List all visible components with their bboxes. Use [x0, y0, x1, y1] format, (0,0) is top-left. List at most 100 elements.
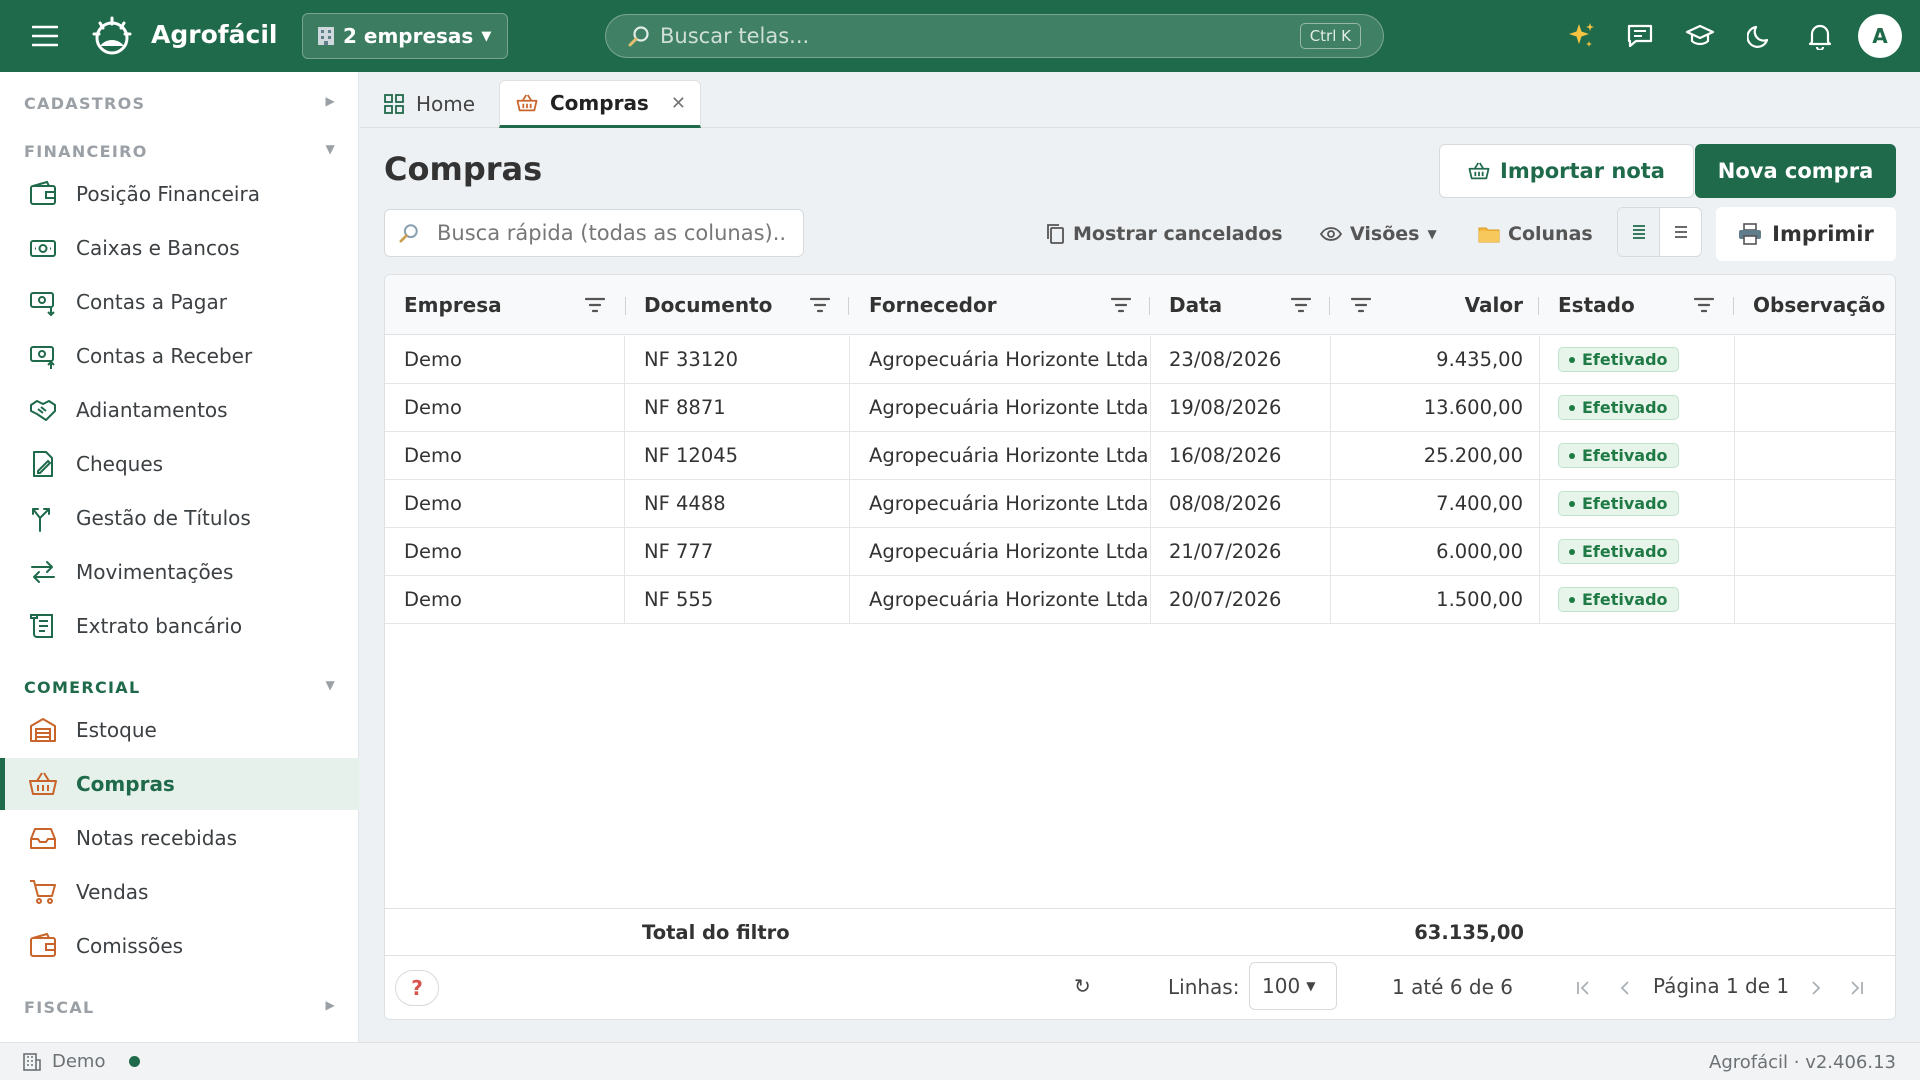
screen-search[interactable]: Buscar telas... Ctrl K — [605, 14, 1384, 58]
eye-icon — [1320, 226, 1342, 242]
purchases-table: Empresa Documento Fornecedor Data Valor … — [384, 274, 1896, 1020]
last-page-icon[interactable] — [1845, 976, 1869, 1000]
cell-data: 19/08/2026 — [1169, 396, 1282, 419]
columns-button[interactable]: Colunas — [1478, 218, 1593, 250]
table-row[interactable]: Demo NF 12045 Agropecuária Horizonte Ltd… — [385, 432, 1895, 480]
bell-icon[interactable] — [1802, 18, 1838, 54]
sidebar-item-notas-recebidas[interactable]: Notas recebidas — [0, 812, 359, 864]
menu-icon[interactable] — [30, 22, 60, 50]
density-toggle — [1617, 207, 1702, 257]
sidebar-section-financeiro[interactable]: FINANCEIRO ▼ — [24, 142, 336, 161]
filter-icon[interactable] — [1692, 293, 1716, 317]
table-row[interactable]: Demo NF 33120 Agropecuária Horizonte Ltd… — [385, 336, 1895, 384]
comfortable-list-icon[interactable] — [1660, 208, 1701, 256]
sidebar-item-label: Contas a Receber — [76, 344, 253, 368]
company-selector-label: 2 empresas — [343, 24, 474, 48]
import-nota-button[interactable]: Importar nota — [1439, 144, 1694, 198]
total-value: 63.135,00 — [1414, 920, 1524, 944]
graduation-cap-icon[interactable] — [1682, 18, 1718, 54]
nova-compra-button[interactable]: Nova compra — [1695, 144, 1896, 198]
prev-page-icon[interactable] — [1613, 976, 1637, 1000]
quick-search-input[interactable] — [437, 221, 797, 245]
cell-fornecedor: Agropecuária Horizonte Ltda — [869, 396, 1149, 419]
show-cancelled-toggle[interactable]: Mostrar cancelados — [1045, 218, 1283, 250]
sidebar-item-contas-receber[interactable]: Contas a Receber — [0, 330, 359, 382]
sidebar-item-vendas[interactable]: Vendas — [0, 866, 359, 918]
dark-mode-icon[interactable] — [1742, 18, 1778, 54]
cell-estado: Efetivado — [1558, 528, 1679, 575]
column-header-valor[interactable]: Valor — [1385, 275, 1523, 335]
column-header-observacao[interactable]: Observação — [1753, 275, 1885, 335]
chat-icon[interactable] — [1622, 18, 1658, 54]
column-header-fornecedor[interactable]: Fornecedor — [869, 275, 997, 335]
column-header-estado[interactable]: Estado — [1558, 275, 1635, 335]
table-row[interactable]: Demo NF 777 Agropecuária Horizonte Ltda … — [385, 528, 1895, 576]
current-company: Demo — [52, 1051, 106, 1072]
sidebar-item-label: Estoque — [76, 718, 157, 742]
rows-per-page-select[interactable]: 100 ▼ — [1249, 962, 1337, 1010]
compact-list-icon[interactable] — [1618, 208, 1660, 256]
sparkles-icon[interactable] — [1563, 18, 1599, 54]
sidebar-item-estoque[interactable]: Estoque — [0, 704, 359, 756]
filter-icon[interactable] — [808, 293, 832, 317]
status-badge: Efetivado — [1558, 491, 1679, 516]
first-page-icon[interactable] — [1571, 976, 1595, 1000]
cell-empresa: Demo — [404, 348, 462, 371]
button-label: Imprimir — [1772, 222, 1874, 246]
column-header-documento[interactable]: Documento — [644, 275, 772, 335]
sidebar-item-label: Posição Financeira — [76, 182, 260, 206]
status-badge: Efetivado — [1558, 443, 1679, 468]
sidebar-section-fiscal[interactable]: FISCAL ▶ — [24, 998, 336, 1017]
chevron-right-icon: ▶ — [325, 998, 336, 1012]
tab-compras[interactable]: Compras ✕ — [499, 80, 701, 128]
column-header-data[interactable]: Data — [1169, 275, 1222, 335]
close-icon[interactable]: ✕ — [671, 93, 686, 114]
avatar[interactable]: A — [1858, 14, 1902, 58]
sidebar-section-cadastros[interactable]: CADASTROS ▶ — [24, 94, 336, 113]
sidebar-item-contas-pagar[interactable]: Contas a Pagar — [0, 276, 359, 328]
sidebar-item-label: Compras — [76, 772, 175, 796]
printer-icon — [1738, 223, 1762, 245]
sidebar-item-label: Notas recebidas — [76, 826, 238, 850]
company-selector[interactable]: 2 empresas ▼ — [302, 13, 508, 59]
status-badge: Efetivado — [1558, 395, 1679, 420]
sidebar-item-compras[interactable]: Compras — [0, 758, 359, 810]
search-input[interactable]: Buscar telas... — [660, 24, 1300, 48]
quick-search[interactable] — [384, 209, 804, 257]
sidebar-item-movimentacoes[interactable]: Movimentações — [0, 546, 359, 598]
next-page-icon[interactable] — [1804, 976, 1828, 1000]
sidebar-item-comissoes[interactable]: Comissões — [0, 920, 359, 972]
sidebar-item-cheques[interactable]: Cheques — [0, 438, 359, 490]
help-button[interactable]: ? — [395, 970, 439, 1006]
status-badge-label: Efetivado — [1582, 446, 1668, 465]
filter-icon[interactable] — [1289, 293, 1313, 317]
sidebar-item-caixas-bancos[interactable]: Caixas e Bancos — [0, 222, 359, 274]
filter-icon[interactable] — [1349, 293, 1373, 317]
sidebar-item-gestao-titulos[interactable]: Gestão de Títulos — [0, 492, 359, 544]
cell-empresa: Demo — [404, 492, 462, 515]
cell-documento: NF 12045 — [644, 444, 739, 467]
refresh-icon[interactable]: ↻ — [1074, 974, 1091, 998]
cell-estado: Efetivado — [1558, 336, 1679, 383]
sidebar-section-comercial[interactable]: COMERCIAL ▼ — [24, 678, 336, 697]
print-button[interactable]: Imprimir — [1716, 207, 1896, 261]
filter-icon[interactable] — [1109, 293, 1133, 317]
sidebar-item-label: Cheques — [76, 452, 164, 476]
sidebar-item-label: Contas a Pagar — [76, 290, 227, 314]
sidebar-item-extrato-bancario[interactable]: Extrato bancário — [0, 600, 359, 652]
tab-home[interactable]: Home — [384, 80, 475, 128]
table-row[interactable]: Demo NF 8871 Agropecuária Horizonte Ltda… — [385, 384, 1895, 432]
receipt-icon — [28, 611, 58, 641]
brand-name: Agrofácil — [151, 20, 278, 49]
tab-label: Compras — [550, 91, 649, 115]
table-row[interactable]: Demo NF 4488 Agropecuária Horizonte Ltda… — [385, 480, 1895, 528]
column-header-empresa[interactable]: Empresa — [404, 275, 502, 335]
sidebar-item-adiantamentos[interactable]: Adiantamentos — [0, 384, 359, 436]
cell-empresa: Demo — [404, 396, 462, 419]
filter-icon[interactable] — [583, 293, 607, 317]
table-footer: ? ↻ Linhas: 100 ▼ 1 até 6 de 6 Página 1 … — [385, 956, 1895, 1019]
sidebar-item-posicao-financeira[interactable]: Posição Financeira — [0, 168, 359, 220]
views-dropdown[interactable]: Visões ▼ — [1320, 218, 1437, 250]
online-indicator — [129, 1056, 141, 1067]
table-row[interactable]: Demo NF 555 Agropecuária Horizonte Ltda … — [385, 576, 1895, 624]
